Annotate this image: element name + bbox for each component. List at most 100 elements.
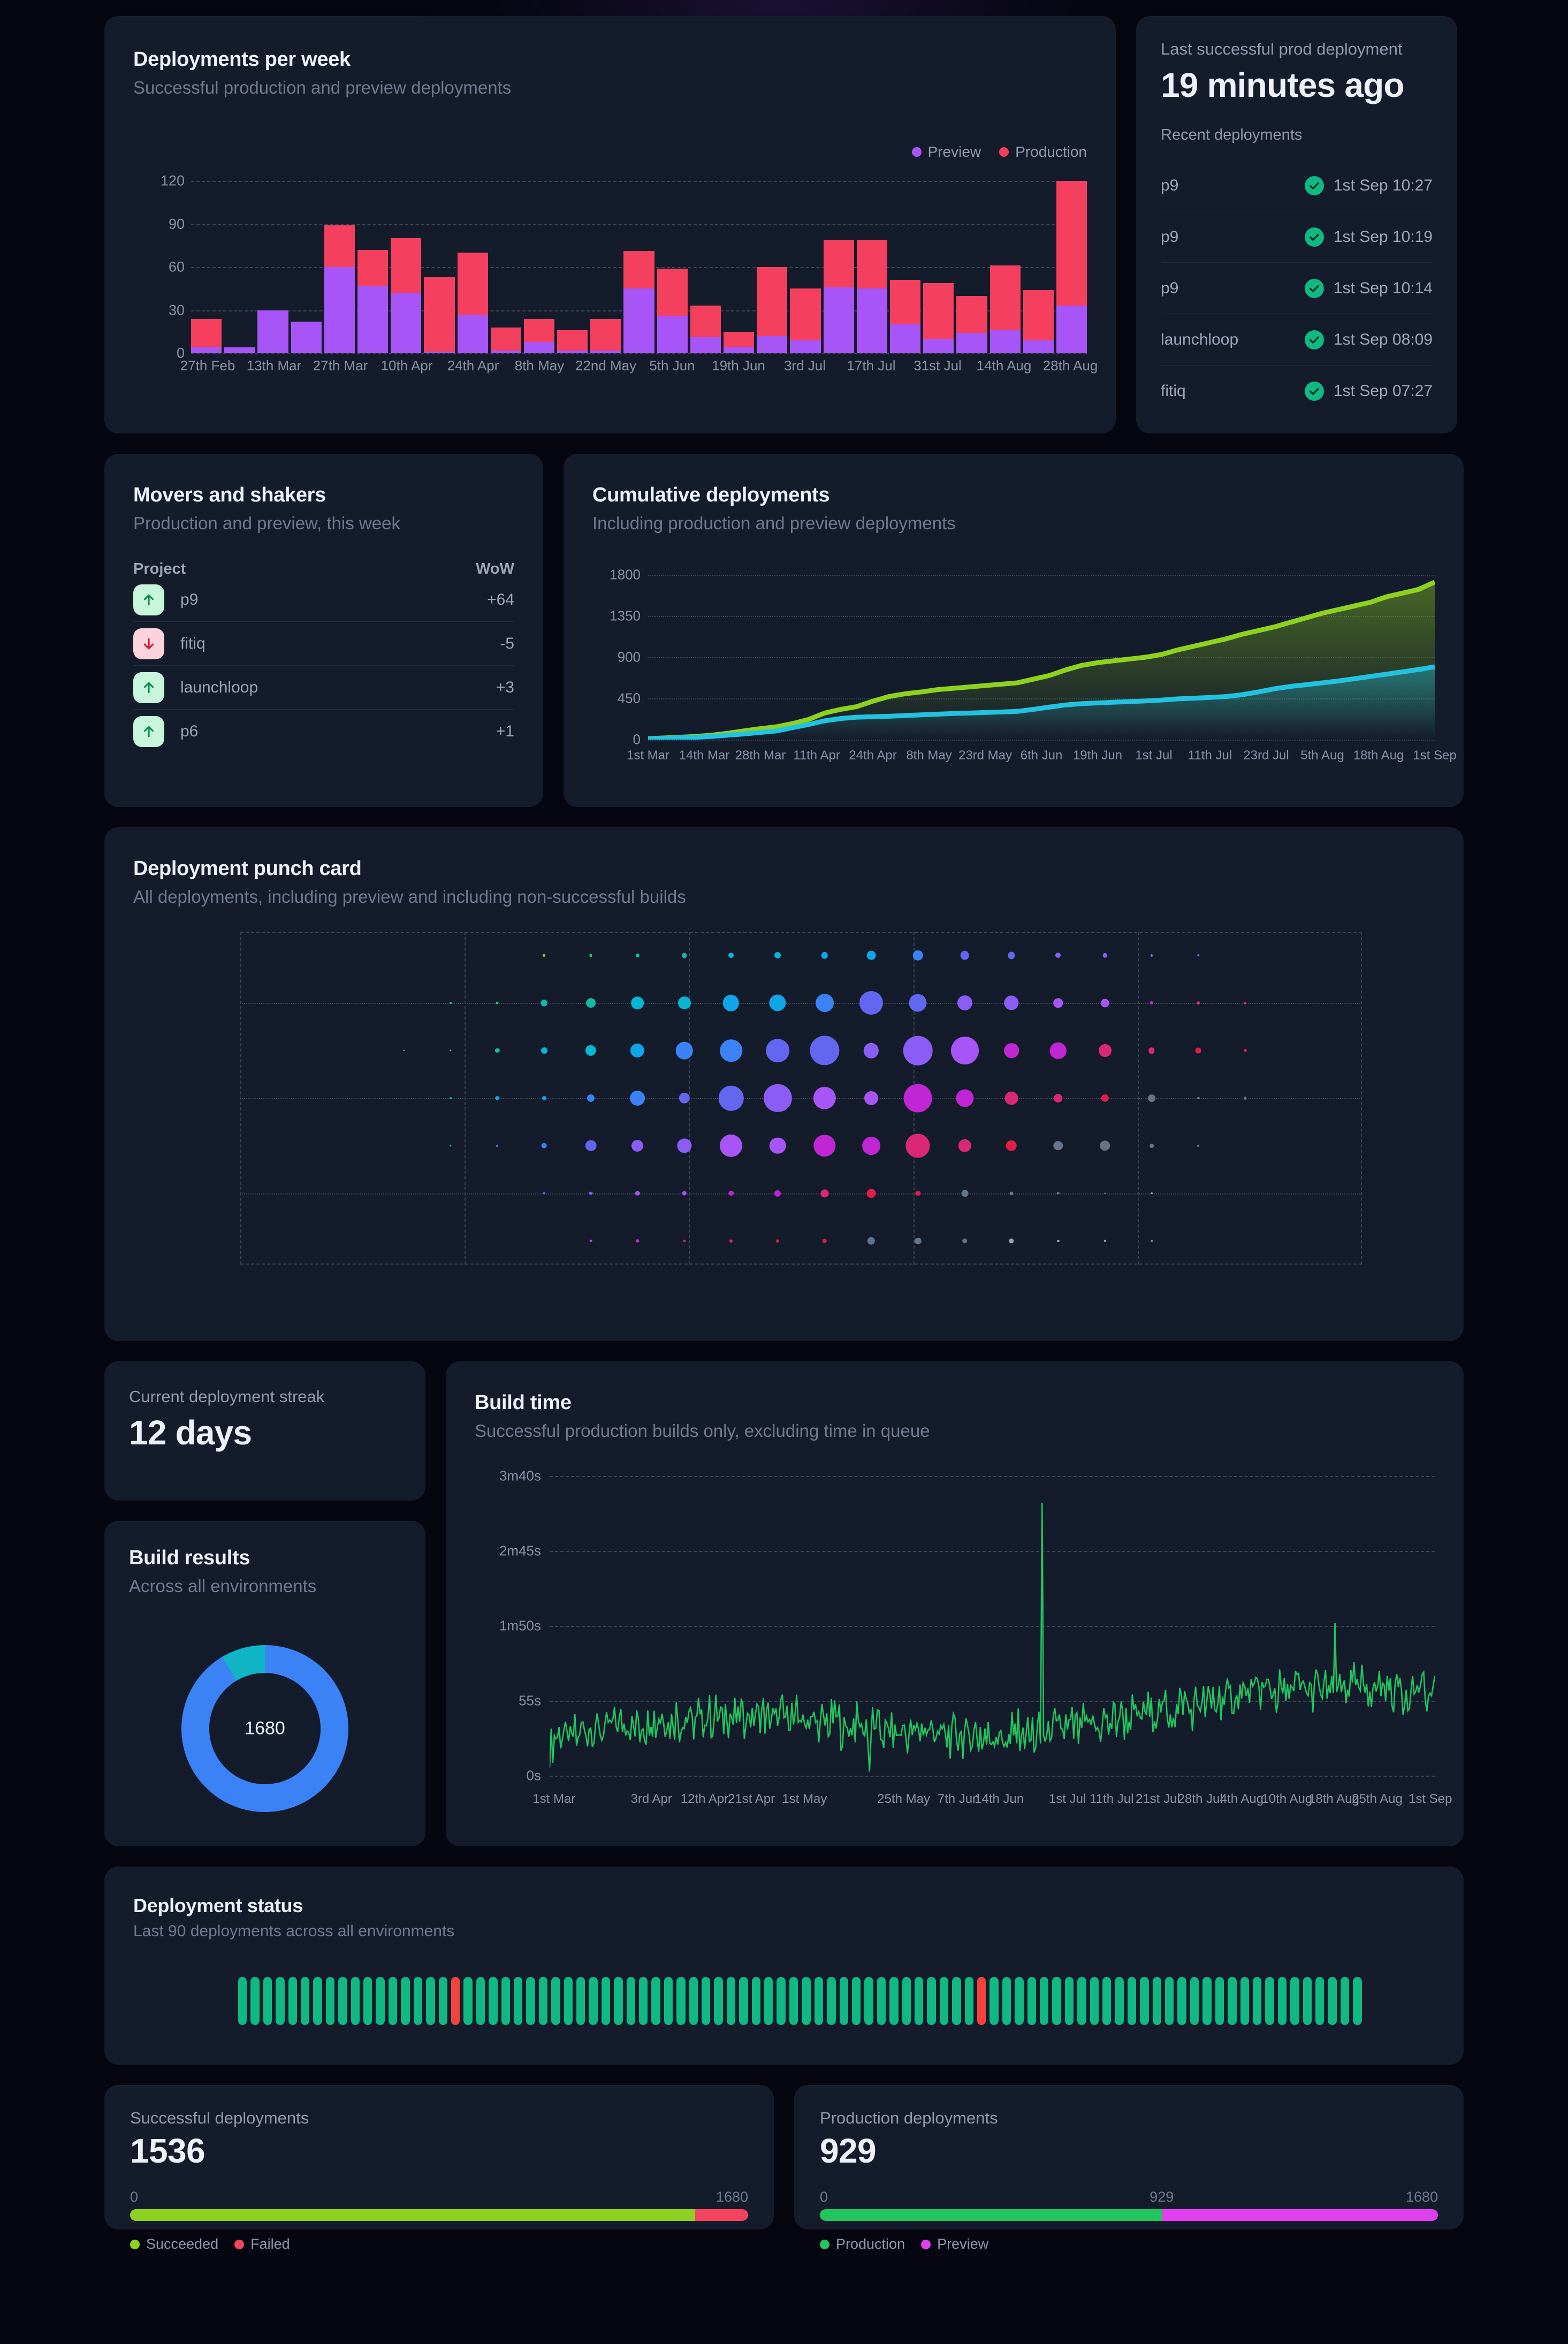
status-bar-succeeded[interactable] xyxy=(751,1977,761,2025)
punch-card-bubble[interactable] xyxy=(1004,1091,1018,1105)
status-bar-succeeded[interactable] xyxy=(739,1977,748,2025)
status-bar-succeeded[interactable] xyxy=(401,1977,410,2025)
punch-card-bubble[interactable] xyxy=(1197,1097,1200,1100)
punch-card-bubble[interactable] xyxy=(1101,1094,1109,1102)
punch-card-bubble[interactable] xyxy=(1243,1097,1247,1100)
punch-card-bubble[interactable] xyxy=(909,994,927,1012)
punch-card-bubble[interactable] xyxy=(774,1190,781,1197)
punch-card-bubble[interactable] xyxy=(496,1144,499,1147)
bar-column[interactable] xyxy=(490,181,521,353)
status-bar-succeeded[interactable] xyxy=(877,1977,886,2025)
status-bar-succeeded[interactable] xyxy=(263,1977,272,2025)
punch-card-bubble[interactable] xyxy=(450,1145,452,1147)
punch-card-bubble[interactable] xyxy=(636,1239,640,1243)
bar-column[interactable] xyxy=(657,181,688,353)
bar-column[interactable] xyxy=(391,181,422,353)
punch-card-bubble[interactable] xyxy=(403,1049,405,1052)
status-bar-succeeded[interactable] xyxy=(463,1977,473,2025)
status-bar-succeeded[interactable] xyxy=(1252,1977,1262,2025)
bar-column[interactable] xyxy=(523,181,555,353)
status-bar-succeeded[interactable] xyxy=(777,1977,786,2025)
punch-card-bubble[interactable] xyxy=(631,996,644,1010)
bar-column[interactable] xyxy=(724,181,755,353)
status-bar-succeeded[interactable] xyxy=(1027,1977,1036,2025)
status-bar-succeeded[interactable] xyxy=(513,1977,523,2025)
punch-card-bubble[interactable] xyxy=(905,1133,930,1158)
bar-column[interactable] xyxy=(923,181,954,353)
punch-card-bubble[interactable] xyxy=(766,1039,790,1062)
punch-card-bubble[interactable] xyxy=(541,1143,547,1149)
punch-card-bubble[interactable] xyxy=(774,952,781,959)
status-bar-succeeded[interactable] xyxy=(1064,1977,1074,2025)
bar-column[interactable] xyxy=(224,181,255,353)
punch-card-bubble[interactable] xyxy=(866,951,876,960)
status-bar-succeeded[interactable] xyxy=(939,1977,949,2025)
status-bar-succeeded[interactable] xyxy=(1240,1977,1249,2025)
bar-column[interactable] xyxy=(790,181,821,353)
punch-card-bubble[interactable] xyxy=(1151,1192,1153,1194)
status-bar-succeeded[interactable] xyxy=(789,1977,798,2025)
movers-row[interactable]: fitiq -5 xyxy=(133,622,514,666)
status-bar-succeeded[interactable] xyxy=(426,1977,435,2025)
punch-card-bubble[interactable] xyxy=(1243,1049,1247,1053)
bar-column[interactable] xyxy=(956,181,987,353)
punch-card-bubble[interactable] xyxy=(1057,1239,1060,1242)
status-bar-succeeded[interactable] xyxy=(1127,1977,1137,2025)
bar-column[interactable] xyxy=(357,181,389,353)
status-bar-succeeded[interactable] xyxy=(576,1977,585,2025)
recent-deployment-row[interactable]: p9 1st Sep 10:19 xyxy=(1161,211,1433,263)
punch-card-bubble[interactable] xyxy=(495,1096,500,1100)
status-bar-succeeded[interactable] xyxy=(1215,1977,1224,2025)
status-bar-succeeded[interactable] xyxy=(639,1977,648,2025)
status-bar-failed[interactable] xyxy=(451,1977,460,2025)
status-bar-succeeded[interactable] xyxy=(476,1977,485,2025)
punch-card-bubble[interactable] xyxy=(719,1134,743,1157)
status-bar-succeeded[interactable] xyxy=(902,1977,911,2025)
status-bar-succeeded[interactable] xyxy=(714,1977,723,2025)
status-bar-succeeded[interactable] xyxy=(551,1977,560,2025)
status-bar-succeeded[interactable] xyxy=(839,1977,848,2025)
status-bar-succeeded[interactable] xyxy=(827,1977,836,2025)
punch-card-bubble[interactable] xyxy=(958,1139,971,1153)
status-bar-succeeded[interactable] xyxy=(238,1977,247,2025)
status-bar-succeeded[interactable] xyxy=(952,1977,961,2025)
legend-item-preview[interactable]: Preview xyxy=(921,2236,988,2252)
punch-card-bubble[interactable] xyxy=(496,1001,499,1004)
movers-row[interactable]: p6 +1 xyxy=(133,710,514,754)
punch-card-bubble[interactable] xyxy=(1148,1094,1155,1102)
bar-column[interactable] xyxy=(257,181,288,353)
punch-card-bubble[interactable] xyxy=(718,1085,744,1111)
status-bar-succeeded[interactable] xyxy=(325,1977,335,2025)
punch-card-bubble[interactable] xyxy=(821,952,828,959)
status-bar-succeeded[interactable] xyxy=(351,1977,360,2025)
status-bar-succeeded[interactable] xyxy=(626,1977,635,2025)
status-bar-succeeded[interactable] xyxy=(1177,1977,1186,2025)
bar-column[interactable] xyxy=(1023,181,1054,353)
punch-card-bubble[interactable] xyxy=(815,994,834,1013)
punch-card-bubble[interactable] xyxy=(961,1190,969,1197)
punch-card-bubble[interactable] xyxy=(635,1191,640,1196)
punch-card-bubble[interactable] xyxy=(541,1047,547,1054)
status-bar-succeeded[interactable] xyxy=(388,1977,398,2025)
punch-card-bubble[interactable] xyxy=(915,1191,920,1196)
punch-card-bubble[interactable] xyxy=(1150,1001,1154,1005)
status-bar-succeeded[interactable] xyxy=(614,1977,623,2025)
bar-column[interactable] xyxy=(757,181,788,353)
status-bar-succeeded[interactable] xyxy=(250,1977,260,2025)
bar-column[interactable] xyxy=(623,181,654,353)
legend-item-succeeded[interactable]: Succeeded xyxy=(130,2236,218,2252)
legend-item-production[interactable]: Production xyxy=(999,143,1087,161)
status-bar-succeeded[interactable] xyxy=(1303,1977,1312,2025)
legend-item-failed[interactable]: Failed xyxy=(234,2236,290,2252)
punch-card-bubble[interactable] xyxy=(1150,954,1153,957)
punch-card-bubble[interactable] xyxy=(1150,1143,1154,1148)
punch-card-bubble[interactable] xyxy=(1195,1047,1201,1054)
status-bar-succeeded[interactable] xyxy=(1353,1977,1362,2025)
status-bar-succeeded[interactable] xyxy=(1140,1977,1149,2025)
status-bar-succeeded[interactable] xyxy=(726,1977,736,2025)
punch-card-bubble[interactable] xyxy=(1148,1047,1155,1054)
punch-card-bubble[interactable] xyxy=(764,1084,792,1113)
recent-deployment-row[interactable]: fitiq 1st Sep 07:27 xyxy=(1161,366,1433,417)
status-bar-succeeded[interactable] xyxy=(702,1977,711,2025)
punch-card-bubble[interactable] xyxy=(864,1091,879,1106)
